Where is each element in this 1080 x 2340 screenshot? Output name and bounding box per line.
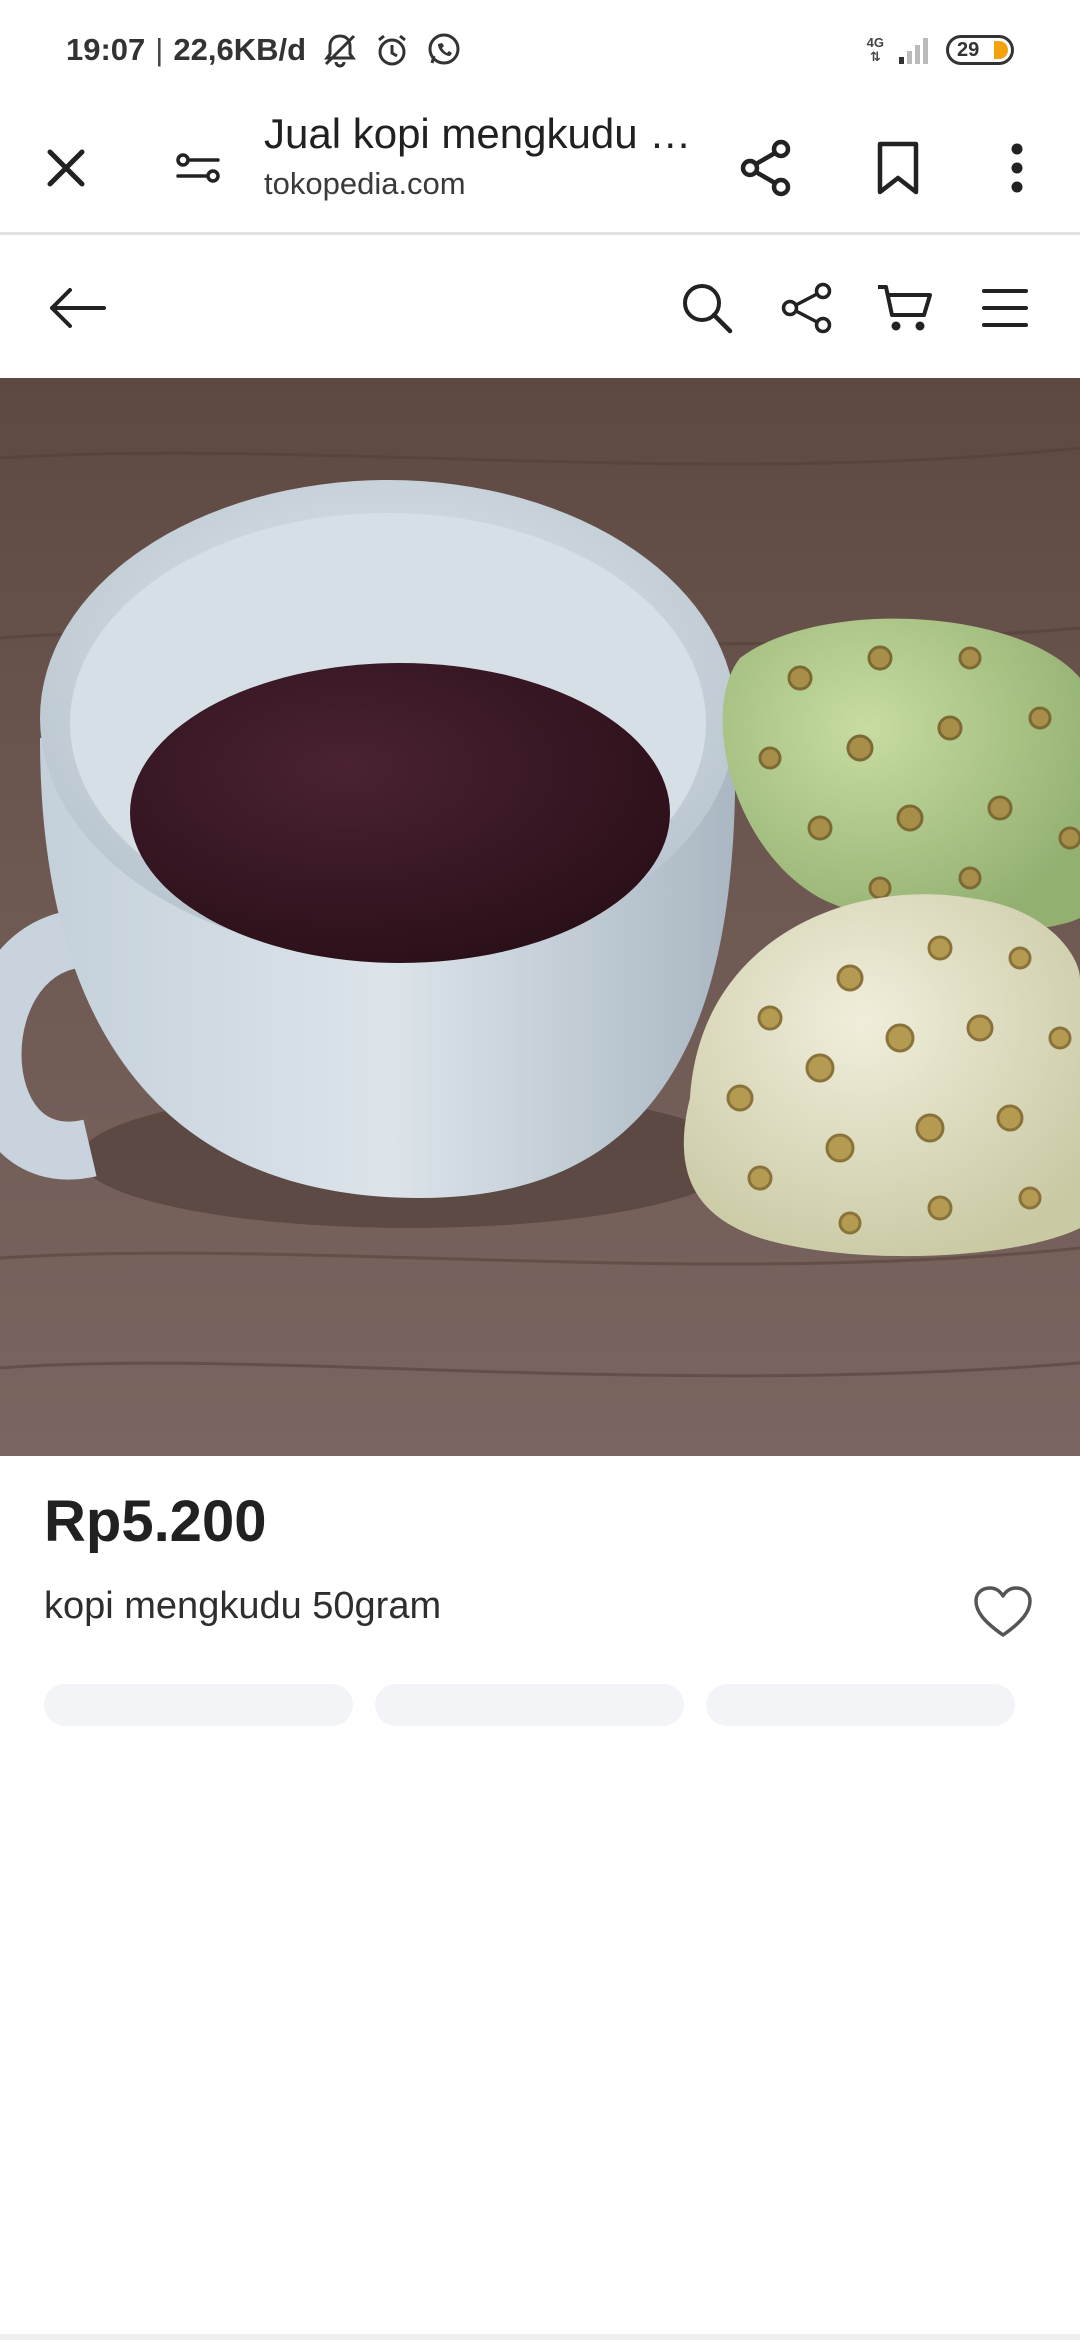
status-icons [320, 30, 464, 70]
back-arrow-icon [50, 288, 106, 328]
signal-icon [899, 38, 928, 64]
loading-placeholders [44, 1684, 1015, 1726]
whatsapp-icon [428, 33, 460, 65]
search-button[interactable] [674, 238, 740, 378]
cart-icon [878, 285, 932, 331]
site-header [0, 238, 1080, 378]
status-data-rate: 22,6KB/d [173, 32, 307, 67]
status-left: 19:07 | 22,6KB/d [66, 30, 464, 70]
menu-button[interactable] [972, 238, 1038, 378]
close-icon [47, 149, 85, 186]
bookmark-button[interactable] [854, 100, 942, 235]
battery-icon: 29 [946, 35, 1014, 65]
more-icon [1011, 143, 1023, 192]
product-name: kopi mengkudu 50gram [44, 1585, 442, 1627]
address-block[interactable]: Jual kopi mengkudu … tokopedia.com [264, 110, 704, 202]
wishlist-button[interactable] [968, 1580, 1038, 1644]
status-bar: 19:07 | 22,6KB/d 4G ⇅ 29 [0, 0, 1080, 100]
site-settings-button[interactable] [154, 100, 242, 235]
battery-fill [994, 41, 1008, 59]
battery-level: 29 [957, 38, 980, 61]
muted-notification-icon [324, 34, 357, 68]
loading-placeholder [706, 1684, 1015, 1726]
more-options-button[interactable] [990, 100, 1044, 235]
cart-button[interactable] [872, 238, 938, 378]
product-image[interactable] [0, 378, 1080, 1456]
product-photo [0, 378, 1080, 1456]
network-type: 4G [866, 35, 884, 50]
data-arrows: ⇅ [869, 49, 881, 64]
network-4g-icon: 4G ⇅ [867, 36, 884, 64]
browser-toolbar: Jual kopi mengkudu … tokopedia.com [0, 100, 1080, 235]
search-icon [683, 284, 733, 334]
status-separator: | [155, 32, 164, 67]
page-title: Jual kopi mengkudu … [264, 110, 692, 157]
bottom-divider [0, 2334, 1080, 2340]
share-icon [781, 282, 832, 334]
share-icon [740, 139, 791, 196]
close-tab-button[interactable] [22, 100, 110, 235]
loading-placeholder [375, 1684, 684, 1726]
site-settings-icon [176, 152, 220, 183]
page: 19:07 | 22,6KB/d 4G ⇅ 29 Jual kopi mengk… [0, 0, 1080, 2340]
page-domain: tokopedia.com [264, 166, 466, 201]
heart-icon [974, 1586, 1032, 1637]
share-button[interactable] [722, 100, 810, 235]
bookmark-icon [877, 141, 919, 194]
alarm-icon [378, 34, 406, 66]
status-right: 4G ⇅ 29 [867, 35, 1014, 65]
site-share-button[interactable] [774, 238, 840, 378]
loading-placeholder [44, 1684, 353, 1726]
menu-icon [982, 289, 1028, 327]
back-button[interactable] [38, 238, 116, 378]
status-time: 19:07 [66, 32, 146, 67]
product-price: Rp5.200 [44, 1489, 267, 1554]
